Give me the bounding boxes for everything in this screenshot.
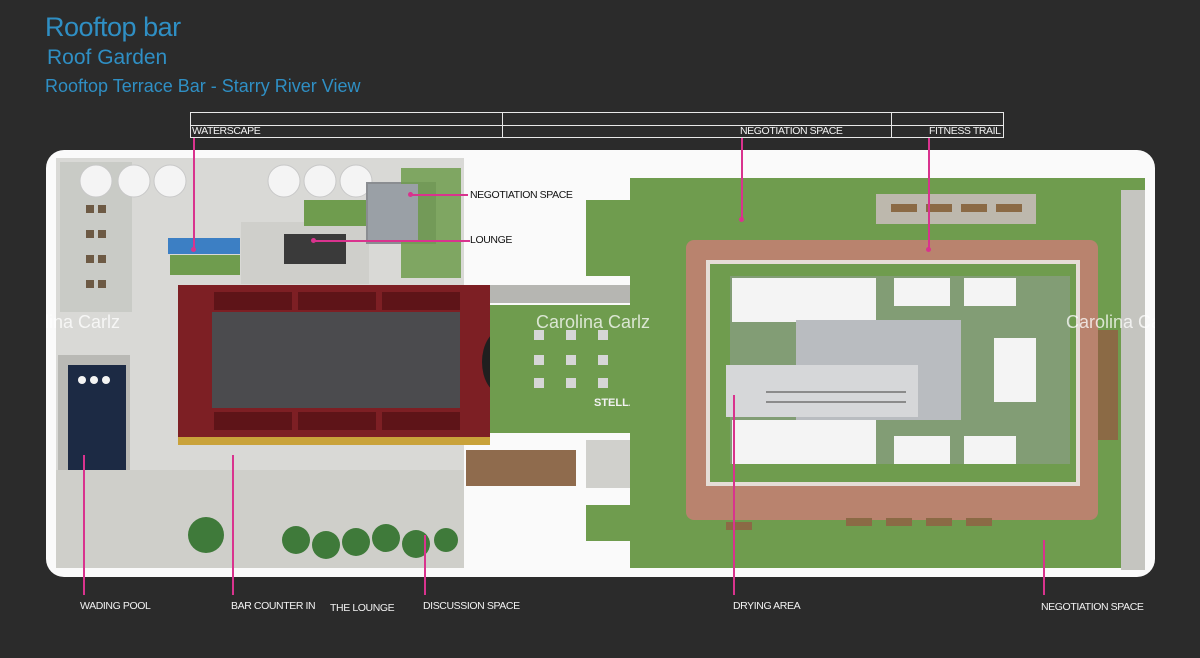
inner-block (894, 436, 950, 464)
leader-dot (311, 238, 316, 243)
label-waterscape: WATERSCAPE (192, 125, 261, 137)
page-title: Rooftop bar (45, 12, 181, 42)
label-fitness-trail: FITNESS TRAIL (929, 125, 1001, 137)
label-negotiation-space-left: NEGOTIATION SPACE (470, 189, 573, 201)
leader-dot (739, 217, 744, 222)
label-header-table: WATERSCAPE NEGOTIATION SPACE FITNESS TRA… (190, 112, 1004, 138)
lounge-planter (304, 200, 374, 226)
leader-wading-pool (83, 455, 85, 595)
header-table-divider (502, 113, 503, 137)
leader-fitness (928, 138, 930, 250)
watermark: Carolina Carlz (1066, 312, 1155, 332)
label-the-lounge: THE LOUNGE (330, 602, 395, 614)
bar-roof-glass (212, 312, 460, 408)
planter (586, 505, 630, 541)
inner-block (964, 436, 1016, 464)
leader-drying (733, 395, 735, 595)
page-subtitle: Roof Garden (47, 46, 168, 69)
inner-block (994, 338, 1036, 402)
edge-walkway (1121, 190, 1145, 570)
leader-negotiation-top (741, 138, 743, 220)
lounge-plaza (56, 470, 464, 568)
pool-lights (78, 376, 110, 384)
bench-vertical (1098, 330, 1118, 440)
label-lounge: LOUNGE (470, 234, 512, 246)
site-plan-drawing: STELLAR BAY (56, 158, 1145, 570)
label-drying-area: DRYING AREA (733, 600, 801, 612)
label-discussion-space: DISCUSSION SPACE (423, 600, 520, 612)
bar-counter (178, 437, 490, 445)
header-table-row-divider (191, 113, 1003, 126)
leader-bar-counter (232, 455, 234, 595)
leader-negotiation-right (1043, 540, 1045, 595)
planter (170, 255, 240, 275)
leader-dot (191, 247, 196, 252)
page-subtitle-secondary: Rooftop Terrace Bar - Starry River View (45, 76, 361, 96)
header-table-divider (891, 113, 892, 137)
watermark: Carolina Carlz (46, 312, 121, 332)
watermark: Carolina Carlz (536, 312, 651, 332)
label-wading-pool: WADING POOL (80, 600, 151, 612)
label-negotiation-space-bottom: NEGOTIATION SPACE (1041, 601, 1144, 613)
leader-dot (926, 247, 931, 252)
leader-discussion (424, 535, 426, 595)
leader-dot (408, 192, 413, 197)
leader-waterscape (193, 138, 195, 250)
leader-lounge (314, 240, 470, 242)
paving (586, 440, 636, 488)
site-plan: STELLAR BAY Caro (46, 150, 1155, 577)
timber-deck (466, 450, 576, 486)
waterscape-pool (168, 238, 240, 254)
inner-block (732, 420, 876, 464)
label-negotiation-space-top: NEGOTIATION SPACE (740, 125, 843, 137)
leader-negotiation-left (412, 194, 468, 196)
label-bar-counter: BAR COUNTER IN (231, 600, 316, 612)
green-strip (586, 200, 630, 276)
walkway (490, 285, 630, 303)
